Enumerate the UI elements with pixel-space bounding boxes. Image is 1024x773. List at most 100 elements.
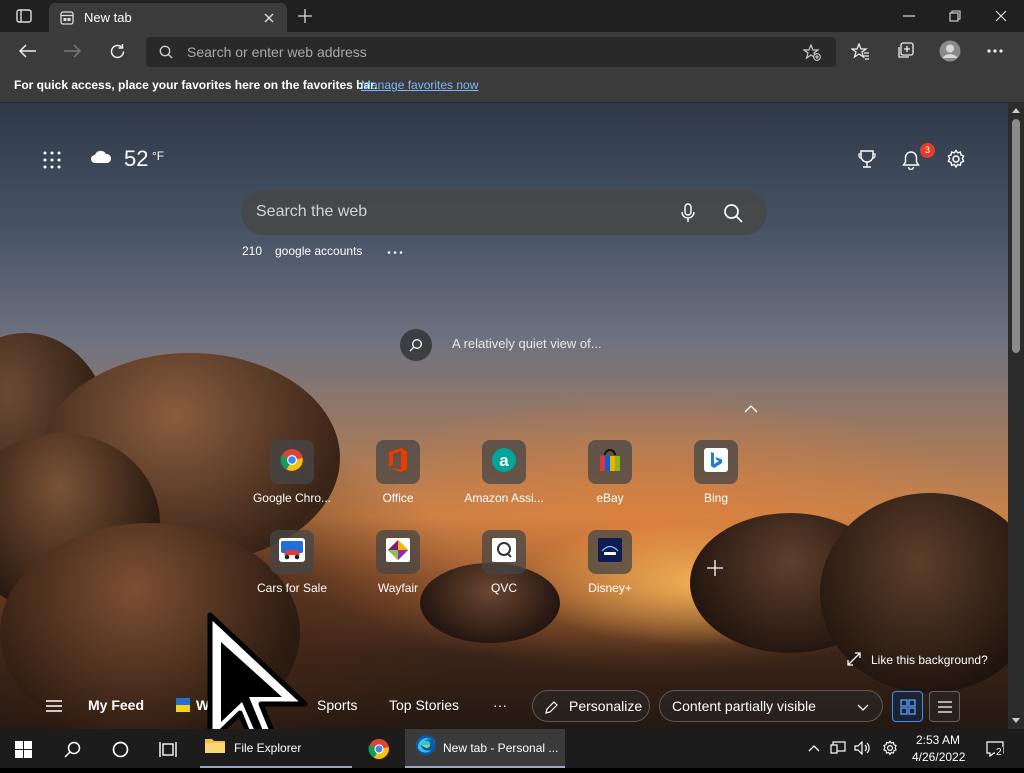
clock-time[interactable]: 2:53 AM xyxy=(916,733,960,747)
grid-layout-icon[interactable] xyxy=(892,691,923,722)
weather-unit[interactable]: °F xyxy=(152,149,164,163)
network-icon[interactable] xyxy=(829,740,847,756)
page-settings-gear-icon[interactable] xyxy=(943,146,969,172)
page-scrollbar[interactable] xyxy=(1008,103,1024,729)
personalize-label: Personalize xyxy=(569,698,643,714)
tab-new-tab[interactable]: New tab xyxy=(49,3,287,32)
quick-link-label: Disney+ xyxy=(588,581,632,595)
close-window-icon[interactable] xyxy=(988,6,1014,26)
rewards-icon[interactable] xyxy=(855,147,879,171)
minimize-icon[interactable] xyxy=(896,6,922,26)
edge-window-label: New tab - Personal ... xyxy=(443,740,559,755)
add-quick-link-icon[interactable] xyxy=(702,555,728,581)
profile-avatar[interactable] xyxy=(938,39,962,63)
collections-icon[interactable] xyxy=(893,39,917,63)
app-launcher-icon[interactable] xyxy=(40,148,64,172)
quick-link-tile[interactable]: Office xyxy=(343,440,453,520)
bing-icon xyxy=(704,447,728,477)
cortana-circle-icon[interactable] xyxy=(108,738,132,760)
ebay-icon xyxy=(598,448,622,477)
notification-count-badge: 3 xyxy=(920,143,935,158)
manage-favorites-link[interactable]: Manage favorites now xyxy=(361,78,478,92)
favorites-bar: For quick access, place your favorites h… xyxy=(0,70,1024,103)
quick-link-tile[interactable]: QVC xyxy=(449,530,559,610)
quick-link-label: Google Chro... xyxy=(252,491,332,505)
windows-start-icon[interactable] xyxy=(12,738,34,760)
task-view-icon[interactable] xyxy=(156,738,180,760)
settings-more-icon[interactable] xyxy=(983,39,1007,63)
search-icon xyxy=(158,44,174,60)
background-caption[interactable]: A relatively quiet view of... xyxy=(452,336,602,351)
web-search-icon[interactable] xyxy=(721,201,745,225)
quick-link-label: QVC xyxy=(490,581,517,595)
browser-window: New tab Search or enter web address For … xyxy=(0,0,1024,768)
restore-icon[interactable] xyxy=(942,6,968,26)
wayfair-icon xyxy=(386,537,410,567)
svg-text:a: a xyxy=(499,451,509,470)
close-tab-icon[interactable] xyxy=(261,10,277,26)
volume-speaker-icon[interactable] xyxy=(853,740,873,756)
feed-more-button[interactable]: ··· xyxy=(493,697,507,713)
quick-link-tile[interactable]: Disney+ xyxy=(555,530,665,610)
trending-search-link[interactable]: google accounts xyxy=(275,244,362,258)
quick-link-tile[interactable]: Cars for Sale xyxy=(237,530,347,610)
quick-link-tile[interactable]: a Amazon Assi... xyxy=(449,440,559,520)
tab-strip: New tab xyxy=(0,0,1024,32)
quick-link-label: Amazon Assi... xyxy=(464,491,544,505)
settings-gear-icon[interactable] xyxy=(880,739,900,757)
taskbar-file-explorer[interactable]: File Explorer xyxy=(200,729,352,768)
add-favorite-icon[interactable] xyxy=(801,42,823,62)
content-visibility-value: Content partially visible xyxy=(672,698,816,714)
scrollbar-thumb[interactable] xyxy=(1012,119,1020,353)
scroll-down-arrow-icon[interactable] xyxy=(1011,716,1021,724)
favorites-icon[interactable] xyxy=(848,39,872,63)
feed-menu-hamburger-icon[interactable] xyxy=(44,698,64,714)
address-placeholder: Search or enter web address xyxy=(187,44,367,60)
like-background-link[interactable]: Like this background? xyxy=(871,653,988,667)
quick-link-label: Office xyxy=(382,491,414,505)
web-search-box[interactable]: Search the web xyxy=(241,190,767,235)
refresh-icon[interactable] xyxy=(103,39,131,63)
quick-link-tile[interactable]: Wayfair xyxy=(343,530,453,610)
quick-link-label: eBay xyxy=(596,491,624,505)
quick-link-label: Wayfair xyxy=(377,581,419,595)
image-search-icon[interactable] xyxy=(400,329,432,361)
scroll-up-arrow-icon[interactable] xyxy=(1011,106,1021,114)
quick-link-tile[interactable]: Google Chro... xyxy=(237,440,347,520)
quick-link-tile[interactable]: eBay xyxy=(555,440,665,520)
qvc-icon xyxy=(492,537,516,567)
new-tab-page-icon xyxy=(59,10,75,26)
taskbar-chrome-icon[interactable] xyxy=(366,737,392,761)
feed-tab-top-stories[interactable]: Top Stories xyxy=(389,697,459,713)
taskbar-edge-window[interactable]: New tab - Personal ... xyxy=(405,729,565,768)
personalize-button[interactable]: Personalize xyxy=(532,690,650,722)
content-visibility-dropdown[interactable]: Content partially visible xyxy=(659,690,883,722)
microphone-icon[interactable] xyxy=(678,202,698,224)
amazon-icon: a xyxy=(491,447,517,478)
collapse-chevron-up-icon[interactable] xyxy=(741,402,761,416)
navigation-toolbar: Search or enter web address xyxy=(0,32,1024,70)
back-icon[interactable] xyxy=(14,39,42,63)
expand-background-icon[interactable] xyxy=(845,650,863,668)
pencil-icon xyxy=(543,699,559,715)
forward-icon xyxy=(58,39,86,63)
clock-date[interactable]: 4/26/2022 xyxy=(912,750,965,764)
quick-link-tile[interactable]: Bing xyxy=(661,440,771,520)
cloudy-weather-icon xyxy=(88,147,114,167)
weather-temperature[interactable]: 52 xyxy=(124,146,148,172)
notification-count: 3 xyxy=(924,145,930,155)
windows-taskbar: File Explorer New tab - Personal ... 2:5… xyxy=(0,729,1024,768)
feed-tab-sports[interactable]: Sports xyxy=(317,697,357,713)
tab-actions-icon[interactable] xyxy=(12,6,36,26)
address-bar[interactable]: Search or enter web address xyxy=(146,37,836,67)
office-icon xyxy=(387,447,409,477)
chevron-down-icon xyxy=(856,701,870,713)
list-layout-icon[interactable] xyxy=(929,691,960,722)
folder-icon xyxy=(204,736,226,759)
action-center-count: 2 xyxy=(995,747,1003,758)
feed-tab-my-feed[interactable]: My Feed xyxy=(88,697,144,713)
taskbar-search-icon[interactable] xyxy=(60,738,84,760)
show-hidden-icons-chevron-icon[interactable] xyxy=(806,740,822,756)
trending-more-icon[interactable] xyxy=(385,246,405,258)
new-tab-plus-icon[interactable] xyxy=(294,6,316,26)
